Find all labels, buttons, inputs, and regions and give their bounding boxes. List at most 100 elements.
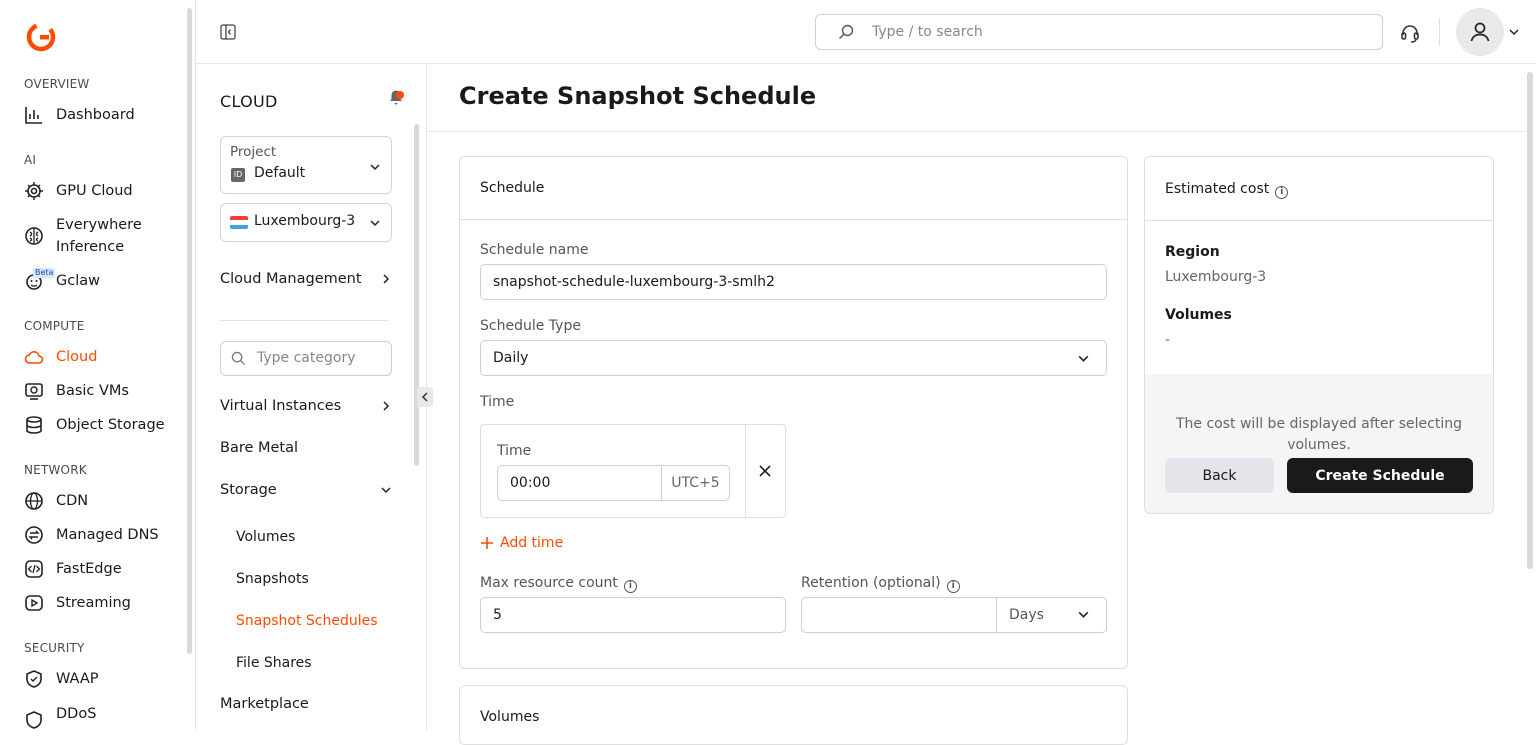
- subnav-virtual-instances[interactable]: Virtual Instances: [220, 398, 392, 414]
- project-select[interactable]: Project ID Default: [220, 136, 392, 194]
- sidebar-scrollbar[interactable]: [187, 8, 192, 654]
- create-schedule-button[interactable]: Create Schedule: [1287, 458, 1473, 493]
- beta-badge: Beta: [33, 268, 56, 278]
- card-divider: [460, 219, 1127, 220]
- card-divider: [1145, 220, 1493, 221]
- nav-item-dashboard[interactable]: Dashboard: [24, 104, 176, 126]
- cost-footer: The cost will be displayed after selecti…: [1145, 374, 1493, 513]
- time-zone-suffix: UTC+5: [661, 465, 730, 501]
- nav-item-streaming[interactable]: Streaming: [24, 592, 176, 614]
- add-time-button[interactable]: Add time: [480, 535, 563, 551]
- project-label: Project: [230, 144, 277, 160]
- cost-volumes-label: Volumes: [1165, 307, 1232, 323]
- retention-unit-select[interactable]: Days: [996, 598, 1106, 632]
- estimated-cost-card: Estimated cost i Region Luxembourg-3 Volu…: [1144, 156, 1494, 514]
- subnav-cloud-management[interactable]: Cloud Management: [220, 271, 392, 287]
- info-icon[interactable]: i: [946, 580, 960, 593]
- subnav-snapshots[interactable]: Snapshots: [236, 571, 309, 587]
- max-resource-label: Max resource count i: [480, 575, 637, 593]
- volumes-heading: Volumes: [480, 709, 540, 725]
- max-resource-input[interactable]: 5: [480, 597, 786, 633]
- schedule-name-input[interactable]: snapshot-schedule-luxembourg-3-smlh2: [480, 264, 1107, 300]
- nav-item-waap[interactable]: WAAP: [24, 668, 176, 690]
- nav-item-gclaw[interactable]: Beta Gclaw: [24, 268, 176, 292]
- time-input[interactable]: 00:00: [497, 465, 678, 501]
- retention-label: Retention (optional) i: [801, 575, 960, 593]
- region-value: Luxembourg-3: [254, 213, 356, 229]
- region-select[interactable]: Luxembourg-3: [220, 203, 392, 242]
- chevron-down-icon: [1509, 29, 1519, 36]
- bar-chart-icon: [24, 105, 44, 125]
- chevron-down-icon: [381, 487, 391, 494]
- nav-item-gpu-cloud[interactable]: GPU Cloud: [24, 180, 176, 202]
- cloud-icon: [24, 347, 44, 367]
- time-section-label: Time: [480, 394, 515, 410]
- chevron-down-icon: [370, 220, 380, 227]
- nav-item-cdn[interactable]: CDN: [24, 490, 176, 512]
- user-menu[interactable]: [1456, 8, 1522, 56]
- subnav-divider: [220, 320, 388, 321]
- ddos-shield-icon: [24, 710, 44, 730]
- support-headset-icon[interactable]: [1399, 22, 1421, 44]
- subnav-scrollbar[interactable]: [414, 124, 419, 466]
- nav-item-label: DDoS: [56, 706, 97, 722]
- subnav-bare-metal[interactable]: Bare Metal: [220, 440, 392, 456]
- topbar-divider: [1439, 18, 1440, 46]
- nav-item-managed-dns[interactable]: Managed DNS: [24, 524, 176, 546]
- schedule-name-label: Schedule name: [480, 242, 589, 258]
- main-sidebar: OVERVIEW Dashboard AI GPU Cloud Everywhe…: [0, 0, 196, 730]
- subnav-label: Marketplace: [220, 696, 309, 712]
- project-value: Default: [254, 165, 306, 181]
- section-ai: AI: [24, 153, 37, 167]
- section-network: NETWORK: [24, 463, 87, 477]
- notification-bell-icon[interactable]: [386, 87, 406, 107]
- remove-time-icon[interactable]: [757, 463, 773, 479]
- nav-item-everywhere-inference[interactable]: Everywhere Inference: [24, 214, 176, 258]
- retention-unit-value: Days: [1009, 607, 1044, 623]
- volumes-card: Volumes: [459, 685, 1128, 745]
- section-compute: COMPUTE: [24, 319, 85, 333]
- top-bar: Type / to search: [196, 0, 1536, 64]
- nav-item-label: WAAP: [56, 671, 99, 687]
- collapse-sidebar-icon[interactable]: [220, 24, 236, 40]
- nav-item-cloud[interactable]: Cloud: [24, 346, 176, 368]
- gcore-logo[interactable]: [26, 22, 56, 52]
- chevron-down-icon: [1078, 355, 1089, 362]
- category-search[interactable]: Type category: [220, 341, 392, 376]
- dns-icon: [24, 525, 44, 545]
- back-button[interactable]: Back: [1165, 458, 1274, 493]
- nav-item-ddos[interactable]: DDoS: [24, 703, 176, 730]
- subnav-storage[interactable]: Storage: [220, 482, 392, 498]
- nav-item-label: Everywhere Inference: [56, 217, 142, 255]
- schedule-type-select[interactable]: Daily: [480, 340, 1107, 376]
- section-overview: OVERVIEW: [24, 77, 90, 91]
- avatar: [1456, 8, 1504, 56]
- info-icon[interactable]: i: [623, 580, 637, 593]
- database-icon: [24, 415, 44, 435]
- subnav-label: Storage: [220, 482, 277, 498]
- info-icon[interactable]: i: [1275, 186, 1289, 199]
- subnav-volumes[interactable]: Volumes: [236, 529, 295, 545]
- subnav-snapshot-schedules[interactable]: Snapshot Schedules: [236, 613, 378, 629]
- subnav-marketplace[interactable]: Marketplace: [220, 696, 392, 712]
- nav-item-label: Cloud: [56, 349, 98, 365]
- schedule-type-value: Daily: [493, 350, 529, 366]
- nav-item-basic-vms[interactable]: Basic VMs: [24, 380, 176, 402]
- cloud-subnav: CLOUD Project ID Default Luxembourg-3 Cl…: [196, 64, 433, 730]
- nav-item-object-storage[interactable]: Object Storage: [24, 414, 176, 436]
- chevron-down-icon: [370, 164, 380, 171]
- global-search[interactable]: Type / to search: [815, 14, 1383, 50]
- vm-icon: [24, 381, 44, 401]
- claw-icon: Beta: [24, 268, 56, 291]
- estimated-cost-title: Estimated cost: [1165, 181, 1270, 197]
- luxembourg-flag-icon: [230, 216, 248, 229]
- subnav-file-shares[interactable]: File Shares: [236, 655, 312, 671]
- max-resource-label-text: Max resource count: [480, 575, 618, 591]
- section-security: SECURITY: [24, 641, 85, 655]
- nav-item-fastedge[interactable]: FastEdge: [24, 558, 176, 580]
- nav-item-label: FastEdge: [56, 561, 122, 577]
- time-row: Time 00:00 UTC+5: [480, 424, 786, 518]
- page-title: Create Snapshot Schedule: [459, 82, 817, 110]
- brain-icon: [24, 226, 44, 246]
- main-scrollbar[interactable]: [1527, 72, 1533, 569]
